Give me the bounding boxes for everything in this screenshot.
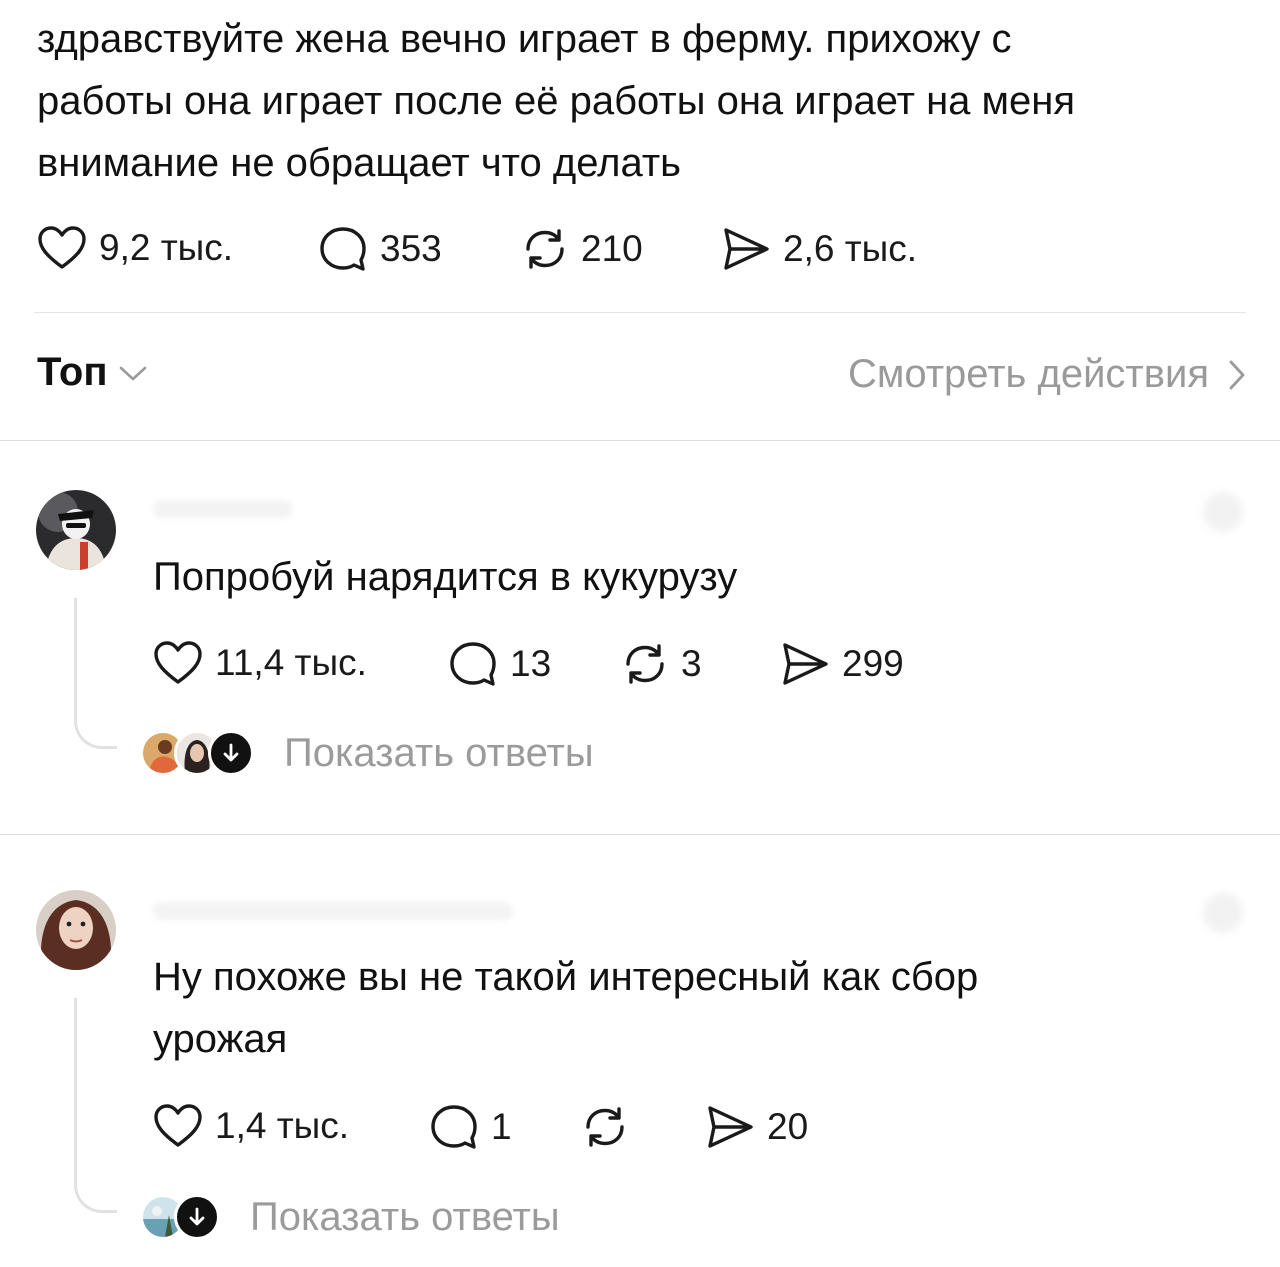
comment-bubble-icon bbox=[320, 227, 366, 271]
comment-shares-count: 299 bbox=[842, 643, 904, 684]
post-repost-button[interactable]: 210 bbox=[521, 225, 643, 273]
repost-icon bbox=[586, 1107, 624, 1147]
chevron-right-icon bbox=[1229, 360, 1245, 389]
heart-icon bbox=[154, 641, 202, 684]
send-icon bbox=[724, 228, 769, 270]
post-text-line-2: работы она играет после её работы она иг… bbox=[37, 79, 1076, 123]
post-reposts-count: 210 bbox=[581, 228, 643, 269]
post-shares-count: 2,6 тыс. bbox=[783, 228, 918, 269]
comment-like-button[interactable]: 11,4 тыс. bbox=[153, 640, 367, 686]
avatar-image bbox=[36, 490, 116, 570]
comment-likes-count: 11,4 тыс. bbox=[215, 642, 367, 683]
send-icon bbox=[708, 1106, 753, 1148]
post-share-button[interactable]: 2,6 тыс. bbox=[721, 225, 917, 273]
heart-icon bbox=[38, 226, 86, 269]
repost-icon bbox=[526, 229, 564, 269]
comment-repost-button[interactable]: 3 bbox=[621, 640, 702, 688]
comment-replies-count: 13 bbox=[510, 643, 552, 684]
show-replies-label: Показать ответы bbox=[284, 730, 594, 775]
comment-stats-row: 11,4 тыс. 13 3 299 bbox=[153, 640, 1053, 690]
arrow-down-icon bbox=[174, 1194, 220, 1240]
comment-reply-button[interactable]: 1 bbox=[429, 1103, 512, 1151]
comment-bubble-icon bbox=[431, 1105, 477, 1149]
username-blurred bbox=[153, 500, 293, 518]
username-blurred bbox=[153, 902, 513, 920]
post-like-button[interactable]: 9,2 тыс. bbox=[37, 225, 233, 271]
post-text: здравствуйте жена вечно играет в ферму. … bbox=[37, 8, 1247, 194]
thread-line bbox=[74, 598, 117, 749]
post-text-line-1: здравствуйте жена вечно играет в ферму. … bbox=[37, 17, 1012, 61]
comment-stats-row: 1,4 тыс. 1 20 bbox=[153, 1103, 1053, 1153]
arrow-down-icon bbox=[208, 730, 254, 776]
repost-icon bbox=[626, 644, 664, 684]
show-replies-label: Показать ответы bbox=[250, 1194, 560, 1239]
comment-text: Ну похоже вы не такой интересный как сбо… bbox=[153, 946, 1233, 1070]
comment-reposts-count: 3 bbox=[681, 643, 702, 684]
show-replies-button[interactable]: Показать ответы bbox=[140, 1194, 560, 1240]
comment-shares-count: 20 bbox=[767, 1106, 809, 1147]
avatar-image bbox=[36, 890, 116, 970]
view-activity-label: Смотреть действия bbox=[847, 352, 1209, 396]
post-text-line-3: внимание не обращает что делать bbox=[37, 141, 682, 185]
comment-bubble-icon bbox=[450, 642, 496, 686]
view-activity-link[interactable]: Смотреть действия bbox=[848, 352, 1247, 397]
post-comments-count: 353 bbox=[380, 228, 442, 269]
section-divider bbox=[0, 440, 1280, 441]
comment-repost-button[interactable] bbox=[581, 1103, 641, 1151]
sort-label: Топ bbox=[37, 350, 108, 394]
comment-text-line-1: Ну похоже вы не такой интересный как сбо… bbox=[153, 955, 979, 999]
comment-likes-count: 1,4 тыс. bbox=[215, 1105, 350, 1146]
avatar[interactable] bbox=[36, 890, 116, 970]
comment-text-line-2: урожая bbox=[153, 1017, 288, 1061]
post-stats-row: 9,2 тыс. 353 210 2,6 тыс. bbox=[37, 223, 1037, 273]
post-comment-button[interactable]: 353 bbox=[318, 225, 442, 273]
heart-icon bbox=[154, 1104, 202, 1147]
post-likes-count: 9,2 тыс. bbox=[99, 227, 234, 268]
chevron-down-icon bbox=[119, 366, 146, 380]
comment-replies-count: 1 bbox=[491, 1106, 512, 1147]
avatar[interactable] bbox=[36, 490, 116, 570]
stats-divider bbox=[34, 312, 1246, 313]
thread-line bbox=[74, 998, 117, 1213]
sort-row: Топ Смотреть действия bbox=[37, 350, 1247, 406]
more-options-blurred[interactable] bbox=[1203, 492, 1243, 532]
send-icon bbox=[783, 643, 828, 685]
comment-share-button[interactable]: 299 bbox=[780, 640, 904, 688]
comment-divider bbox=[0, 834, 1280, 835]
comment-text: Попробуй нарядится в кукурузу bbox=[153, 555, 738, 599]
sort-dropdown[interactable]: Топ bbox=[37, 350, 148, 395]
more-options-blurred[interactable] bbox=[1203, 893, 1243, 933]
comment-share-button[interactable]: 20 bbox=[705, 1103, 808, 1151]
comment-reply-button[interactable]: 13 bbox=[448, 640, 551, 688]
comment-like-button[interactable]: 1,4 тыс. bbox=[153, 1103, 349, 1149]
show-replies-button[interactable]: Показать ответы bbox=[140, 730, 594, 776]
